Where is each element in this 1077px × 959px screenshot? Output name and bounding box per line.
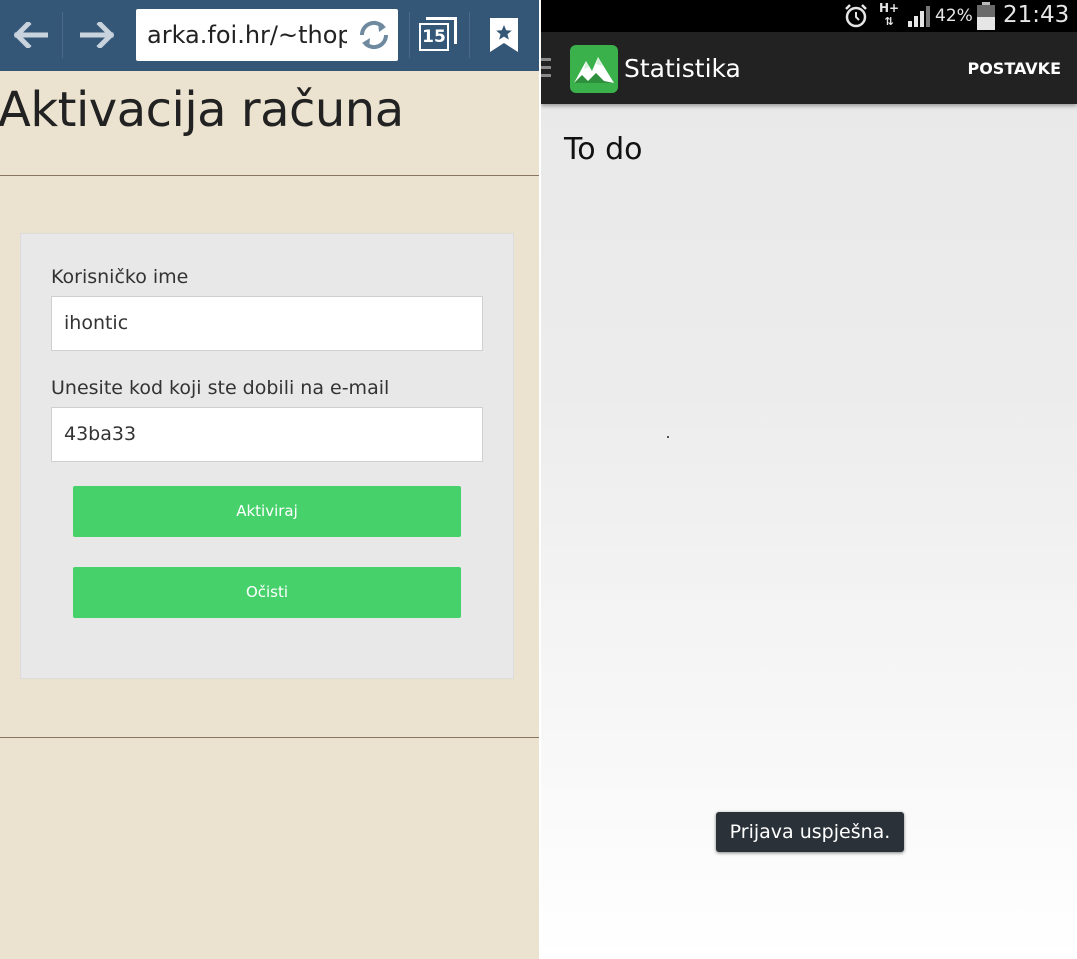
settings-button[interactable]: POSTAVKE: [967, 32, 1061, 104]
signal-icon: [908, 6, 930, 27]
app-screen: H+ ⇅ 42% 21:43 Statistika POSTAVKE To do…: [541, 0, 1077, 959]
tabs-count: 15: [419, 23, 449, 51]
data-arrows-icon: ⇅: [884, 15, 894, 28]
back-button[interactable]: [9, 12, 53, 58]
browser-screen: arka.foi.hr/~thop 15 Aktivacija računa K…: [0, 0, 539, 959]
divider-bottom: [0, 737, 539, 738]
activation-form: Korisničko ime ihontic Unesite kod koji …: [20, 233, 514, 679]
browser-toolbar: arka.foi.hr/~thop 15: [0, 0, 539, 71]
nav-separator: [62, 12, 63, 58]
username-input[interactable]: ihontic: [51, 296, 483, 351]
bookmark-star-icon[interactable]: [490, 18, 518, 52]
toolbar-separator: [409, 12, 410, 58]
app-logo-mountain-icon[interactable]: [570, 45, 618, 93]
network-indicator: H+ ⇅: [878, 2, 900, 34]
toast-message: Prijava uspješna.: [716, 812, 904, 852]
action-bar: Statistika POSTAVKE: [541, 32, 1077, 104]
arrow-left-icon: [14, 22, 48, 48]
drawer-menu-icon[interactable]: [541, 58, 551, 78]
network-type: H+: [878, 1, 900, 15]
arrow-right-icon: [80, 22, 114, 48]
url-text: arka.foi.hr/~thop: [147, 21, 347, 49]
address-bar[interactable]: arka.foi.hr/~thop: [136, 9, 398, 61]
clear-button[interactable]: Očisti: [73, 567, 461, 618]
status-clock: 21:43: [1003, 2, 1070, 28]
page-title: Aktivacija računa: [0, 82, 404, 138]
divider-top: [0, 175, 539, 176]
activate-button[interactable]: Aktiviraj: [73, 486, 461, 537]
app-title: Statistika: [624, 54, 741, 83]
content-text: To do: [564, 132, 643, 167]
alarm-icon: [845, 4, 867, 28]
battery-percent: 42%: [935, 6, 973, 26]
stray-dot: [667, 436, 669, 438]
username-label: Korisničko ime: [51, 266, 189, 288]
toolbar-separator: [469, 12, 470, 58]
code-label: Unesite kod koji ste dobili na e-mail: [51, 377, 390, 399]
forward-button[interactable]: [75, 12, 119, 58]
reload-icon[interactable]: [356, 18, 392, 52]
tabs-button[interactable]: 15: [419, 17, 459, 53]
battery-icon: [977, 2, 995, 30]
status-bar: H+ ⇅ 42% 21:43: [541, 0, 1077, 32]
code-input[interactable]: 43ba33: [51, 407, 483, 462]
